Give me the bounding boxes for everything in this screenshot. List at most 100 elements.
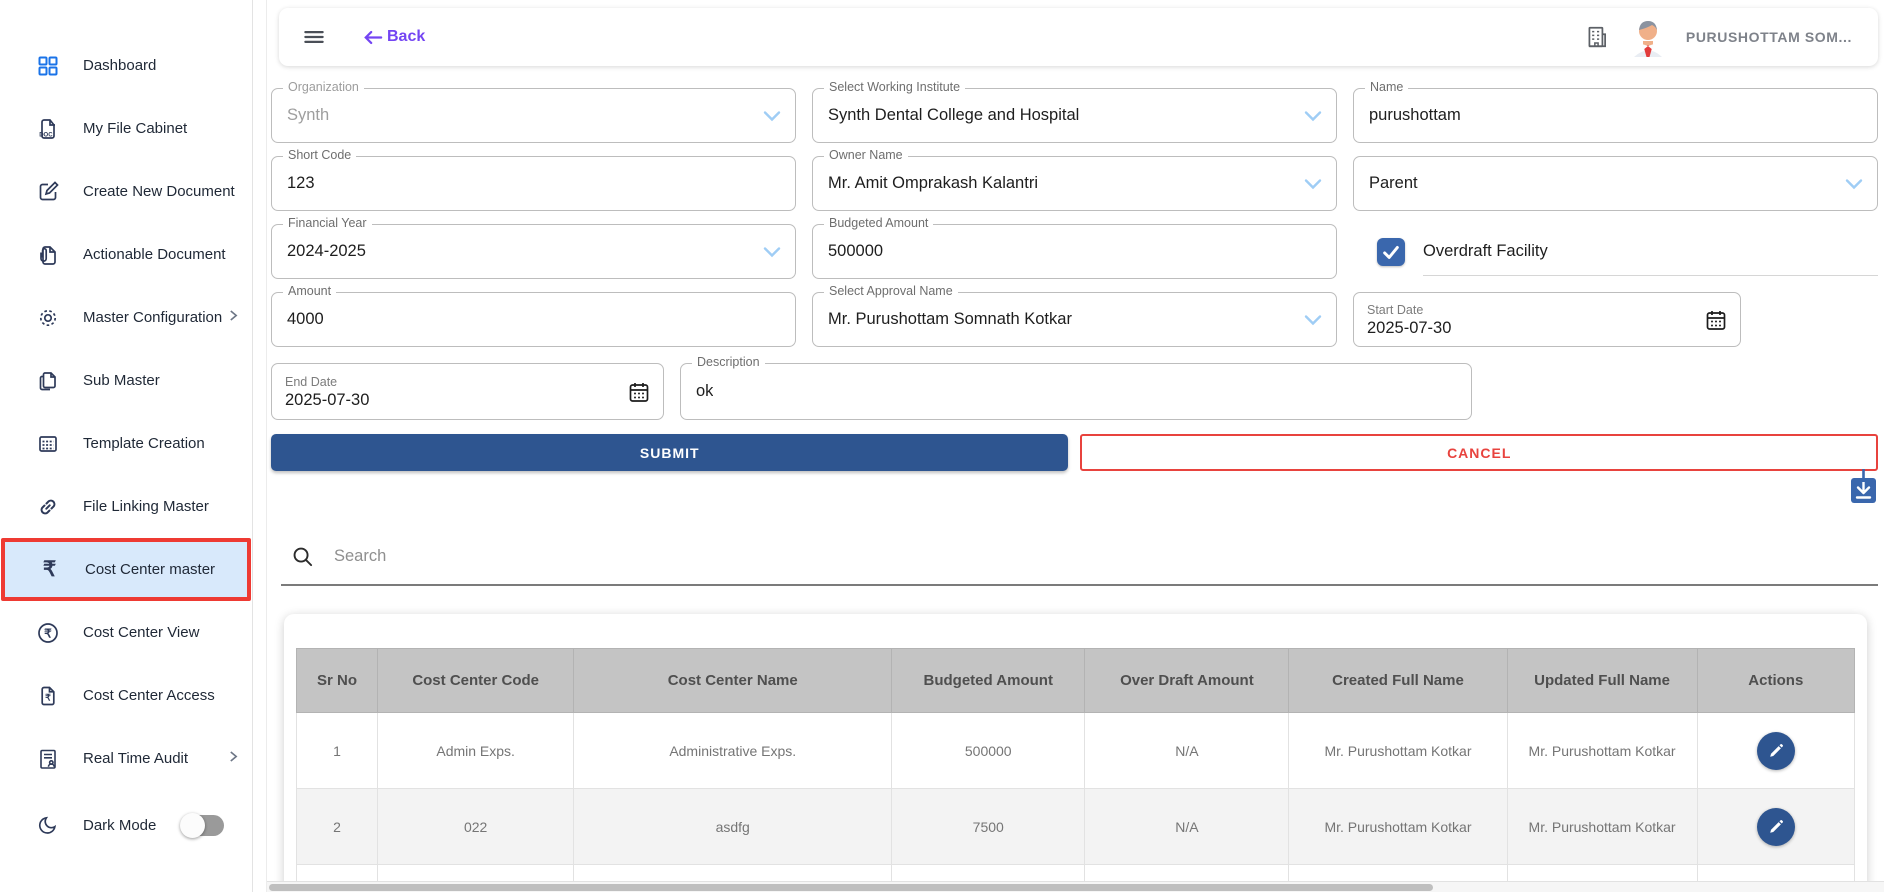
name-input[interactable]: Name purushottam <box>1353 88 1878 143</box>
owner-name-value: Mr. Amit Omprakash Kalantri <box>828 174 1038 193</box>
organization-label: Organization <box>283 80 364 94</box>
search-icon <box>291 545 314 568</box>
sidebar-item-real-time-audit[interactable]: Real Time Audit <box>0 727 252 790</box>
pencil-icon <box>1768 819 1784 835</box>
col-created-full-name: Created Full Name <box>1289 649 1507 713</box>
cell-created-full-name: Mr. Purushottam Kotkar <box>1289 789 1507 865</box>
sidebar-item-actionable-document[interactable]: Actionable Document <box>0 223 252 286</box>
profile-name[interactable]: PURUSHOTTAM SOM... <box>1686 29 1852 45</box>
form-actions: SUBMIT CANCEL <box>271 434 1878 471</box>
back-button[interactable]: Back <box>363 28 425 46</box>
sidebar-item-label: Actionable Document <box>83 246 226 263</box>
overdraft-facility-field: Overdraft Facility <box>1353 224 1878 279</box>
financial-year-select[interactable]: Financial Year 2024-2025 <box>271 224 796 279</box>
download-icon[interactable] <box>1850 468 1877 504</box>
parent-select[interactable]: Parent <box>1353 156 1878 211</box>
name-value: purushottam <box>1369 106 1461 125</box>
chevron-down-icon[interactable] <box>763 245 781 259</box>
svg-text:DOC: DOC <box>39 132 53 138</box>
back-label: Back <box>387 28 425 46</box>
sidebar-item-file-linking-master[interactable]: File Linking Master <box>0 475 252 538</box>
working-institute-select[interactable]: Select Working Institute Synth Dental Co… <box>812 88 1337 143</box>
sidebar-item-label: Sub Master <box>83 372 160 389</box>
parent-value: Parent <box>1369 174 1418 193</box>
horizontal-scrollbar[interactable] <box>267 881 1884 892</box>
cell-cost-center-code: 022 <box>378 789 574 865</box>
amount-input[interactable]: Amount 4000 <box>271 292 796 347</box>
gear-icon <box>34 304 61 331</box>
chevron-down-icon[interactable] <box>1845 177 1863 191</box>
edit-button[interactable] <box>1757 732 1795 770</box>
start-date-label: Start Date <box>1367 303 1423 317</box>
dark-mode-toggle[interactable] <box>182 815 224 836</box>
sidebar-item-sub-master[interactable]: Sub Master <box>0 349 252 412</box>
dashboard-icon <box>34 52 61 79</box>
overdraft-checkbox[interactable] <box>1377 238 1405 266</box>
sidebar-item-dashboard[interactable]: Dashboard <box>0 34 252 97</box>
sidebar-item-cost-center-master[interactable]: ₹ Cost Center master <box>1 538 251 601</box>
chevron-down-icon[interactable] <box>1304 109 1322 123</box>
organization-value: Synth <box>287 106 329 125</box>
sidebar-item-label: File Linking Master <box>83 498 209 515</box>
search-input[interactable] <box>334 547 1868 566</box>
col-cost-center-code: Cost Center Code <box>378 649 574 713</box>
owner-name-label: Owner Name <box>824 148 908 162</box>
sidebar-item-master-configuration[interactable]: Master Configuration <box>0 286 252 349</box>
approval-name-label: Select Approval Name <box>824 284 958 298</box>
chevron-down-icon[interactable] <box>1304 177 1322 191</box>
menu-icon[interactable] <box>301 24 327 50</box>
cell-sr-no: 1 <box>297 713 378 789</box>
calendar-icon[interactable] <box>627 380 651 404</box>
rupee-doc-icon: ₹ <box>34 682 61 709</box>
start-date-value: 2025-07-30 <box>1367 319 1451 338</box>
sidebar-item-template-creation[interactable]: Template Creation <box>0 412 252 475</box>
check-icon <box>1381 242 1401 262</box>
chevron-right-icon[interactable] <box>229 750 238 767</box>
sidebar-item-label: Master Configuration <box>83 309 222 326</box>
description-input[interactable]: Description ok <box>680 363 1472 420</box>
budgeted-amount-input[interactable]: Budgeted Amount 500000 <box>812 224 1337 279</box>
table-header-row: Sr No Cost Center Code Cost Center Name … <box>297 649 1855 713</box>
sidebar-item-my-file-cabinet[interactable]: DOC My File Cabinet <box>0 97 252 160</box>
sidebar-item-label: Cost Center Access <box>83 687 215 704</box>
edit-button[interactable] <box>1757 808 1795 846</box>
cell-created-full-name: Mr. Purushottam Kotkar <box>1289 713 1507 789</box>
budgeted-amount-value: 500000 <box>828 242 883 261</box>
sidebar-item-cost-center-access[interactable]: ₹ Cost Center Access <box>0 664 252 727</box>
table-row: 2 022 asdfg 7500 N/A Mr. Purushottam Kot… <box>297 789 1855 865</box>
table-card: Sr No Cost Center Code Cost Center Name … <box>284 614 1867 892</box>
short-code-input[interactable]: Short Code 123 <box>271 156 796 211</box>
cancel-button[interactable]: CANCEL <box>1080 434 1878 471</box>
sidebar-item-label: Real Time Audit <box>83 750 188 767</box>
sidebar-item-cost-center-view[interactable]: ₹ Cost Center View <box>0 601 252 664</box>
start-date-picker[interactable]: Start Date 2025-07-30 <box>1353 292 1741 347</box>
name-label: Name <box>1365 80 1408 94</box>
svg-text:₹: ₹ <box>45 692 51 702</box>
sidebar-item-dark-mode: Dark Mode <box>0 797 252 853</box>
short-code-value: 123 <box>287 174 315 193</box>
chevron-down-icon[interactable] <box>1304 313 1322 327</box>
back-arrow-icon <box>363 30 383 45</box>
create-document-icon <box>34 178 61 205</box>
avatar[interactable] <box>1630 17 1666 57</box>
working-institute-label: Select Working Institute <box>824 80 965 94</box>
scrollbar-thumb[interactable] <box>269 884 1433 891</box>
sidebar-item-create-new-document[interactable]: Create New Document <box>0 160 252 223</box>
approval-name-select[interactable]: Select Approval Name Mr. Purushottam Som… <box>812 292 1337 347</box>
owner-name-select[interactable]: Owner Name Mr. Amit Omprakash Kalantri <box>812 156 1337 211</box>
building-icon[interactable] <box>1584 24 1610 50</box>
col-sr-no: Sr No <box>297 649 378 713</box>
chevron-right-icon[interactable] <box>229 309 238 326</box>
budgeted-amount-label: Budgeted Amount <box>824 216 933 230</box>
organization-select[interactable]: Organization Synth <box>271 88 796 143</box>
working-institute-value: Synth Dental College and Hospital <box>828 106 1079 125</box>
sidebar-item-label: Template Creation <box>83 435 205 452</box>
chevron-down-icon[interactable] <box>763 109 781 123</box>
calendar-icon[interactable] <box>1704 308 1728 332</box>
col-updated-full-name: Updated Full Name <box>1507 649 1697 713</box>
end-date-picker[interactable]: End Date 2025-07-30 <box>271 363 664 420</box>
app-root: Dashboard DOC My File Cabinet Create New… <box>0 0 1884 892</box>
submit-button[interactable]: SUBMIT <box>271 434 1068 471</box>
end-date-value: 2025-07-30 <box>285 391 369 410</box>
form-row-5: End Date 2025-07-30 Description <box>271 363 1878 420</box>
